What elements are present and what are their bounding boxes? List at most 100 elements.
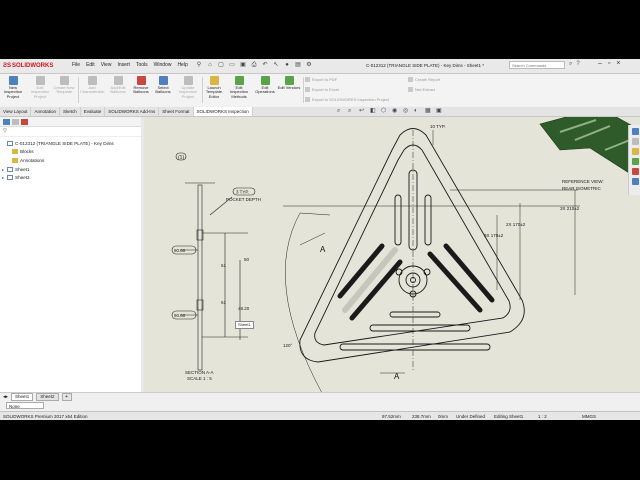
add-edit-balloons-button[interactable]: Add/Edit Balloons [106,76,130,95]
close-icon[interactable]: × [616,60,620,67]
tree-item-sheet1[interactable]: ▸ Sheet1 [2,165,141,174]
menu-view[interactable]: View [101,62,112,68]
iso-plate [539,117,640,181]
restore-icon[interactable]: ▫ [608,60,610,67]
file-explorer-icon[interactable] [631,148,639,155]
feature-manager-panel: ▽ C-012312 (TRIANGLE SIDE PLATE) - Key D… [0,117,142,392]
export-excel-button[interactable]: Export to Excel [305,87,415,92]
menu-window[interactable]: Window [154,62,172,68]
save-icon[interactable]: ▣ [239,61,247,69]
filter-icon[interactable]: ▽ [0,127,141,137]
options-icon[interactable]: ⚙ [305,61,313,69]
tab-annotation[interactable]: Annotation [31,107,60,116]
view-settings-icon[interactable]: ▦ [425,108,432,115]
scene-icon[interactable]: ◐ [414,108,421,115]
solidworks-logo[interactable]: ƧS SOLIDWORKS [3,61,53,71]
title-icons: ⌕ ? [569,61,580,68]
slot-diagonal-right [427,251,483,313]
status-scale[interactable]: 1 : 2 [538,412,547,420]
create-new-template-button[interactable]: Create New Template [52,76,76,95]
create-report-button[interactable]: Create Report [408,77,440,82]
remove-balloons-button[interactable]: Remove Balloons [129,76,153,95]
zoom-area-icon[interactable]: ⌕ [348,108,355,115]
edit-inspection-project-button[interactable]: Edit Inspection Project [28,76,52,99]
edit-operations-button[interactable]: Edit Operations [253,76,277,95]
add-sheet-button[interactable]: + [61,393,72,401]
sheet-nav-icon[interactable]: ◂▸ [3,394,8,400]
slot-diagonal-right [443,243,495,303]
export-pdf-button[interactable]: Export to PDF [305,77,415,82]
previous-view-icon[interactable]: ↩ [359,108,366,115]
angle-leg [299,212,331,216]
triangle-plate-view[interactable] [299,128,525,363]
remove-balloons-icon [136,76,146,85]
search-icon[interactable]: ⌕ [569,61,572,68]
new-document-icon[interactable]: ▢ [217,61,225,69]
dim-3x-210: 3X 210±2 [560,206,580,211]
status-units[interactable]: MMGS [582,412,596,420]
status-bar: SOLIDWORKS Premium 2017 x64 Edition 97.5… [0,411,640,420]
zoom-to-fit-icon[interactable]: ⌕ [337,108,344,115]
feature-manager-tab-icon[interactable] [3,119,10,125]
tab-sketch[interactable]: Sketch [60,107,81,116]
export-inspection-project-button[interactable]: Export to SOLIDWORKS Inspection Project [305,97,415,102]
menu-help[interactable]: Help [177,62,187,68]
sheet-tab-sheet1[interactable]: Sheet1 [11,393,34,401]
design-library-icon[interactable] [631,138,639,145]
edit-vendors-button[interactable]: Edit Vendors [277,76,301,90]
menu-file[interactable]: File [72,62,80,68]
launch-template-editor-button[interactable]: Launch Template Editor [202,76,226,99]
net-extract-button[interactable]: Net-Extract [408,87,435,92]
open-icon[interactable]: ▭ [228,61,236,69]
slot-vertical [424,194,432,246]
add-characteristic-button[interactable]: Add Characteristic [80,76,104,95]
minimize-icon[interactable]: – [598,60,602,67]
tree-item-annotations[interactable]: Annotations [2,156,141,165]
edit-inspection-methods-button[interactable]: Edit Inspection Methods [227,76,251,99]
select-balloons-button[interactable]: Select Balloons [151,76,175,95]
drawing-canvas[interactable]: (1) 3 TYP. POCKET DEPTH 90.60 90.60 61 6… [144,117,640,392]
sheet-tab-sheet2[interactable]: Sheet2 [36,393,59,401]
tab-evaluate[interactable]: Evaluate [81,107,106,116]
tree-item-sheet2[interactable]: ▸ Sheet2 [2,173,141,182]
pocket-depth-label: POCKET DEPTH [226,197,261,202]
help-icon[interactable]: ? [576,61,579,68]
custom-properties-icon[interactable] [631,178,639,185]
undo-icon[interactable]: ↶ [261,61,269,69]
tab-sheet-format[interactable]: Sheet Format [159,107,194,116]
view-palette-icon[interactable] [631,158,639,165]
pin-icon[interactable]: ⚲ [195,61,203,69]
tab-solidworks-inspection[interactable]: SOLIDWORKS Inspection [193,107,253,116]
rebuild-icon[interactable]: ● [283,61,291,69]
menu-edit[interactable]: Edit [86,62,95,68]
print-icon[interactable]: ⎙ [250,61,258,69]
hide-show-icon[interactable]: ◎ [403,108,410,115]
update-inspection-project-button[interactable]: Update Inspection Project [176,76,200,99]
display-style-icon[interactable]: ◉ [392,108,399,115]
tab-solidworks-addins[interactable]: SOLIDWORKS Add-Ins [105,107,160,116]
inspection-tab-icon[interactable] [21,119,28,125]
resources-icon[interactable] [631,128,639,135]
ribbon-separator [303,77,304,103]
isometric-reference-view[interactable] [539,117,640,181]
slot-horizontal [389,311,441,318]
search-commands-input[interactable]: Search Commands [509,61,565,69]
select-icon[interactable]: ↖ [272,61,280,69]
appearances-icon[interactable] [631,168,639,175]
section-view-icon[interactable]: ◧ [370,108,377,115]
view-orientation-icon[interactable]: ⬡ [381,108,388,115]
display-icon[interactable]: ▣ [436,108,443,115]
layer-select[interactable]: None [6,402,44,409]
property-manager-tab-icon[interactable] [12,119,19,125]
dim-3x-170: 3X 170±2 [484,233,504,238]
section-marker-bottom: A [394,372,400,381]
file-properties-icon[interactable]: ▤ [294,61,302,69]
menu-insert[interactable]: Insert [117,62,130,68]
home-icon[interactable]: ⌂ [206,61,214,69]
tab-view-layout[interactable]: View Layout [0,107,32,116]
tree-root[interactable]: C-012312 (TRIANGLE SIDE PLATE) - Key Dim… [2,139,141,148]
section-view[interactable] [171,152,256,371]
tree-item-blocks[interactable]: Blocks [2,148,141,157]
menu-tools[interactable]: Tools [136,62,148,68]
new-inspection-project-button[interactable]: New Inspection Project [1,76,25,99]
